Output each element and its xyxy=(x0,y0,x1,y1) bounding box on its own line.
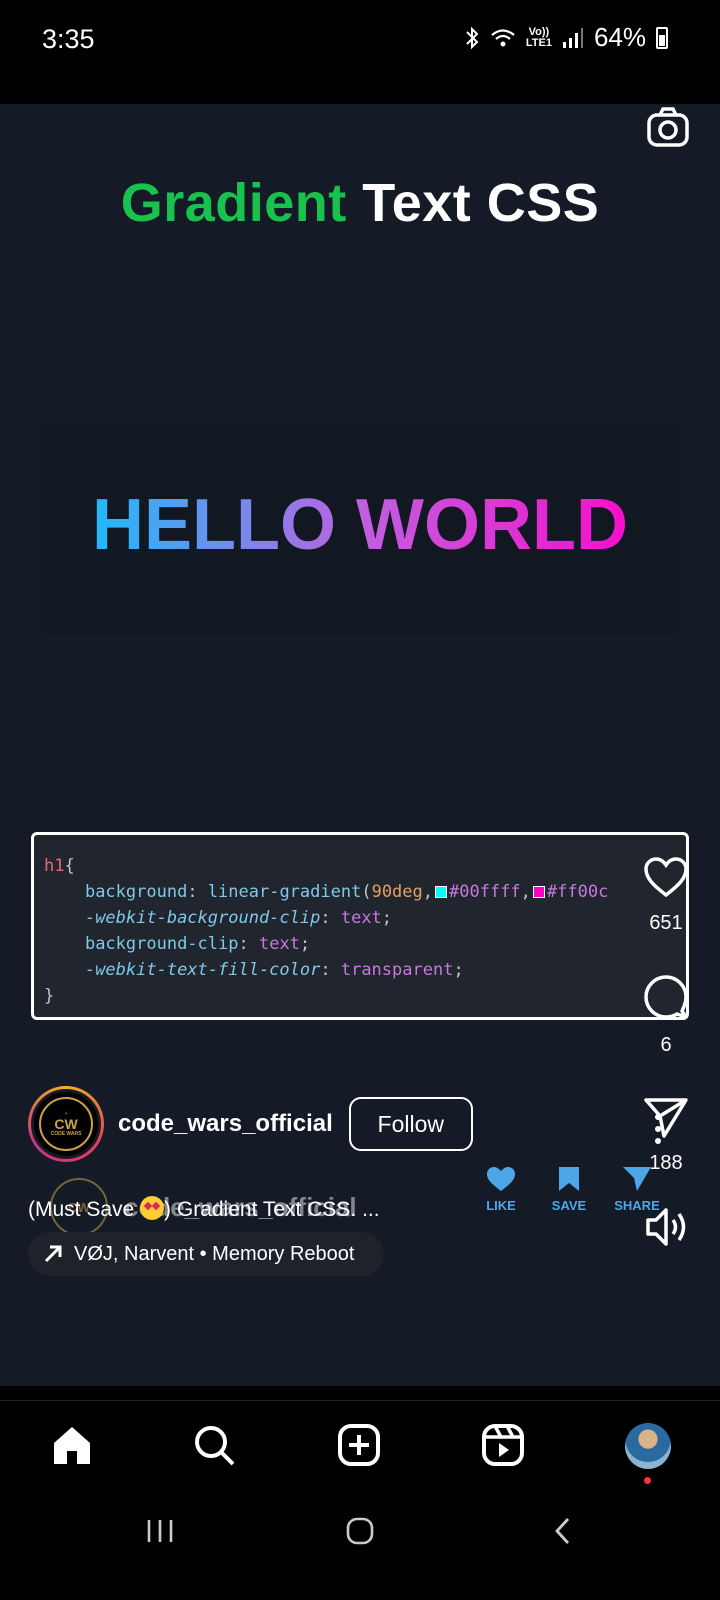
wifi-icon xyxy=(491,28,515,46)
demo-preview: HELLO WORLD xyxy=(40,424,680,634)
code-line: background: linear-gradient(90deg, #00fff… xyxy=(84,882,609,902)
camera-icon[interactable] xyxy=(644,104,692,152)
code-line: -webkit-background-clip: text; xyxy=(84,908,393,928)
overlay-like: LIKE xyxy=(476,1166,526,1213)
heart-icon[interactable] xyxy=(643,856,689,898)
author-avatar[interactable]: ⚡ CW CODE WARS xyxy=(28,1086,104,1162)
comment-count: 6 xyxy=(660,1034,672,1056)
send-icon xyxy=(623,1167,651,1191)
signal-icon xyxy=(562,27,583,48)
audio-track[interactable]: VØJ, Narvent • Memory Reboot xyxy=(28,1232,385,1276)
like-action[interactable]: 651 xyxy=(640,856,692,935)
reel-title: Gradient Text CSS xyxy=(120,173,600,233)
profile-tab[interactable] xyxy=(625,1423,671,1484)
more-options-icon[interactable] xyxy=(648,1112,668,1146)
status-bar: 3:35 Vo)) LTE1 64% xyxy=(0,0,720,80)
video-overlay-actions: LIKE SAVE SHARE xyxy=(476,1166,662,1213)
code-snippet: h1{ background: linear-gradient(90deg, #0… xyxy=(31,832,689,1020)
reels-icon[interactable] xyxy=(481,1423,525,1467)
home-icon[interactable] xyxy=(50,1423,94,1467)
comment-icon[interactable] xyxy=(643,974,689,1020)
author-username[interactable]: code_wars_official xyxy=(118,1110,333,1138)
heart-eyes-emoji-icon xyxy=(140,1196,165,1220)
code-line: -webkit-text-fill-color: transparent; xyxy=(84,960,464,980)
color-swatch-pink xyxy=(532,886,545,898)
profile-avatar xyxy=(625,1423,671,1469)
overlay-save: SAVE xyxy=(544,1166,594,1213)
bottom-nav xyxy=(0,1400,720,1486)
follow-button[interactable]: Follow xyxy=(348,1097,473,1151)
home-button-icon[interactable] xyxy=(345,1516,375,1546)
bookmark-icon xyxy=(559,1167,579,1191)
cw-logo-icon: ⚡ CW CODE WARS xyxy=(39,1097,93,1151)
bluetooth-icon xyxy=(466,26,479,49)
comment-action[interactable]: 6 xyxy=(640,974,692,1057)
create-post-icon[interactable] xyxy=(337,1423,381,1467)
back-icon[interactable] xyxy=(552,1516,574,1546)
arrow-up-right-icon xyxy=(44,1245,62,1263)
audio-label: VØJ, Narvent • Memory Reboot xyxy=(74,1242,355,1265)
author-row: ⚡ CW CODE WARS code_wars_official Follow xyxy=(28,1086,473,1162)
recent-apps-icon[interactable] xyxy=(146,1516,174,1546)
battery-icon xyxy=(656,26,668,49)
color-swatch-cyan xyxy=(435,886,448,898)
speaker-icon[interactable] xyxy=(644,1204,690,1250)
status-icons: Vo)) LTE1 64% xyxy=(464,22,668,53)
like-count: 651 xyxy=(649,912,683,934)
battery-percent: 64% xyxy=(593,22,646,52)
volte-lte-indicator: Vo)) LTE1 xyxy=(525,25,552,49)
gradient-demo-text: HELLO WORLD xyxy=(40,484,680,566)
heart-icon xyxy=(487,1167,515,1191)
search-icon[interactable] xyxy=(192,1423,236,1467)
code-line: h1{ xyxy=(44,856,75,876)
system-nav-bar xyxy=(0,1486,720,1600)
code-line: } xyxy=(44,986,55,1006)
notification-dot xyxy=(644,1477,651,1484)
code-line: background-clip: text; xyxy=(84,934,311,954)
status-time: 3:35 xyxy=(42,24,95,54)
reel-caption[interactable]: (Must Save ) Gradient Text CSS. ... xyxy=(28,1196,380,1222)
